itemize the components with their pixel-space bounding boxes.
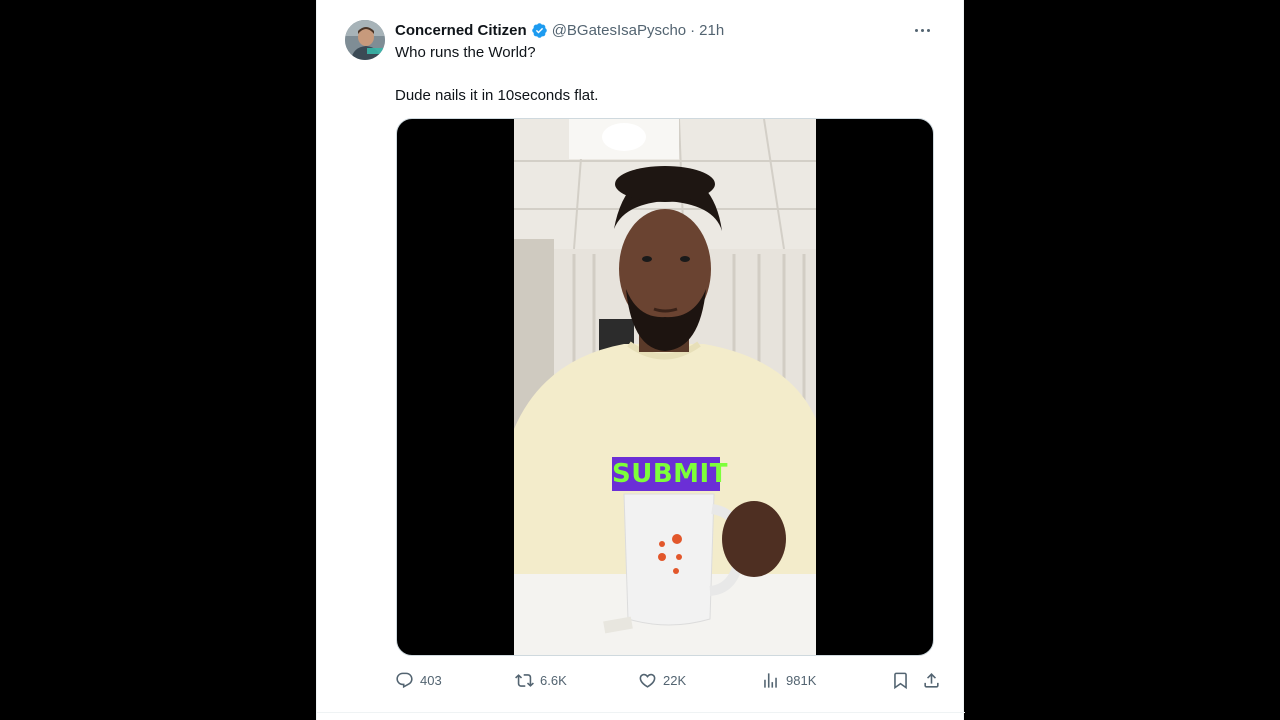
display-name[interactable]: Concerned Citizen	[395, 22, 527, 39]
tweet-header: Concerned Citizen @BGatesIsaPyscho · 21h	[395, 19, 935, 41]
retweet-button[interactable]: 6.6K	[515, 668, 567, 692]
avatar-image	[345, 20, 385, 60]
video-frame: SUBMIT	[514, 119, 816, 655]
more-dots-icon[interactable]	[909, 19, 935, 41]
reply-bubble-icon	[396, 672, 413, 688]
bar-chart-icon	[764, 672, 777, 688]
views-count: 981K	[786, 672, 817, 688]
divider	[317, 712, 965, 713]
bookmark-icon	[894, 672, 907, 689]
video-player[interactable]: SUBMIT	[396, 118, 934, 656]
verified-badge-icon	[531, 22, 548, 39]
separator-dot: ·	[690, 21, 696, 39]
reply-count: 403	[420, 672, 442, 688]
handle[interactable]: @BGatesIsaPyscho	[552, 22, 686, 39]
tweet-text-line-2: Dude nails it in 10seconds flat.	[395, 87, 599, 104]
like-button[interactable]: 22K	[638, 668, 686, 692]
avatar[interactable]	[345, 20, 385, 60]
video-caption-overlay: SUBMIT	[612, 459, 728, 489]
tweet-actions: 403 6.6K 22K 981K	[395, 668, 939, 692]
share-button[interactable]	[922, 668, 941, 692]
video-scene	[514, 119, 816, 655]
tweet-text-line-1: Who runs the World?	[395, 44, 536, 61]
tweet-card[interactable]: Concerned Citizen @BGatesIsaPyscho · 21h…	[316, 0, 965, 720]
retweet-count: 6.6K	[540, 672, 567, 688]
bookmark-button[interactable]	[891, 668, 910, 692]
heart-icon	[639, 673, 656, 688]
reply-button[interactable]: 403	[395, 668, 442, 692]
timestamp[interactable]: 21h	[699, 22, 724, 39]
share-upload-icon	[924, 672, 939, 688]
like-count: 22K	[663, 672, 687, 688]
views-button[interactable]: 981K	[761, 668, 816, 692]
retweet-icon	[515, 673, 534, 687]
